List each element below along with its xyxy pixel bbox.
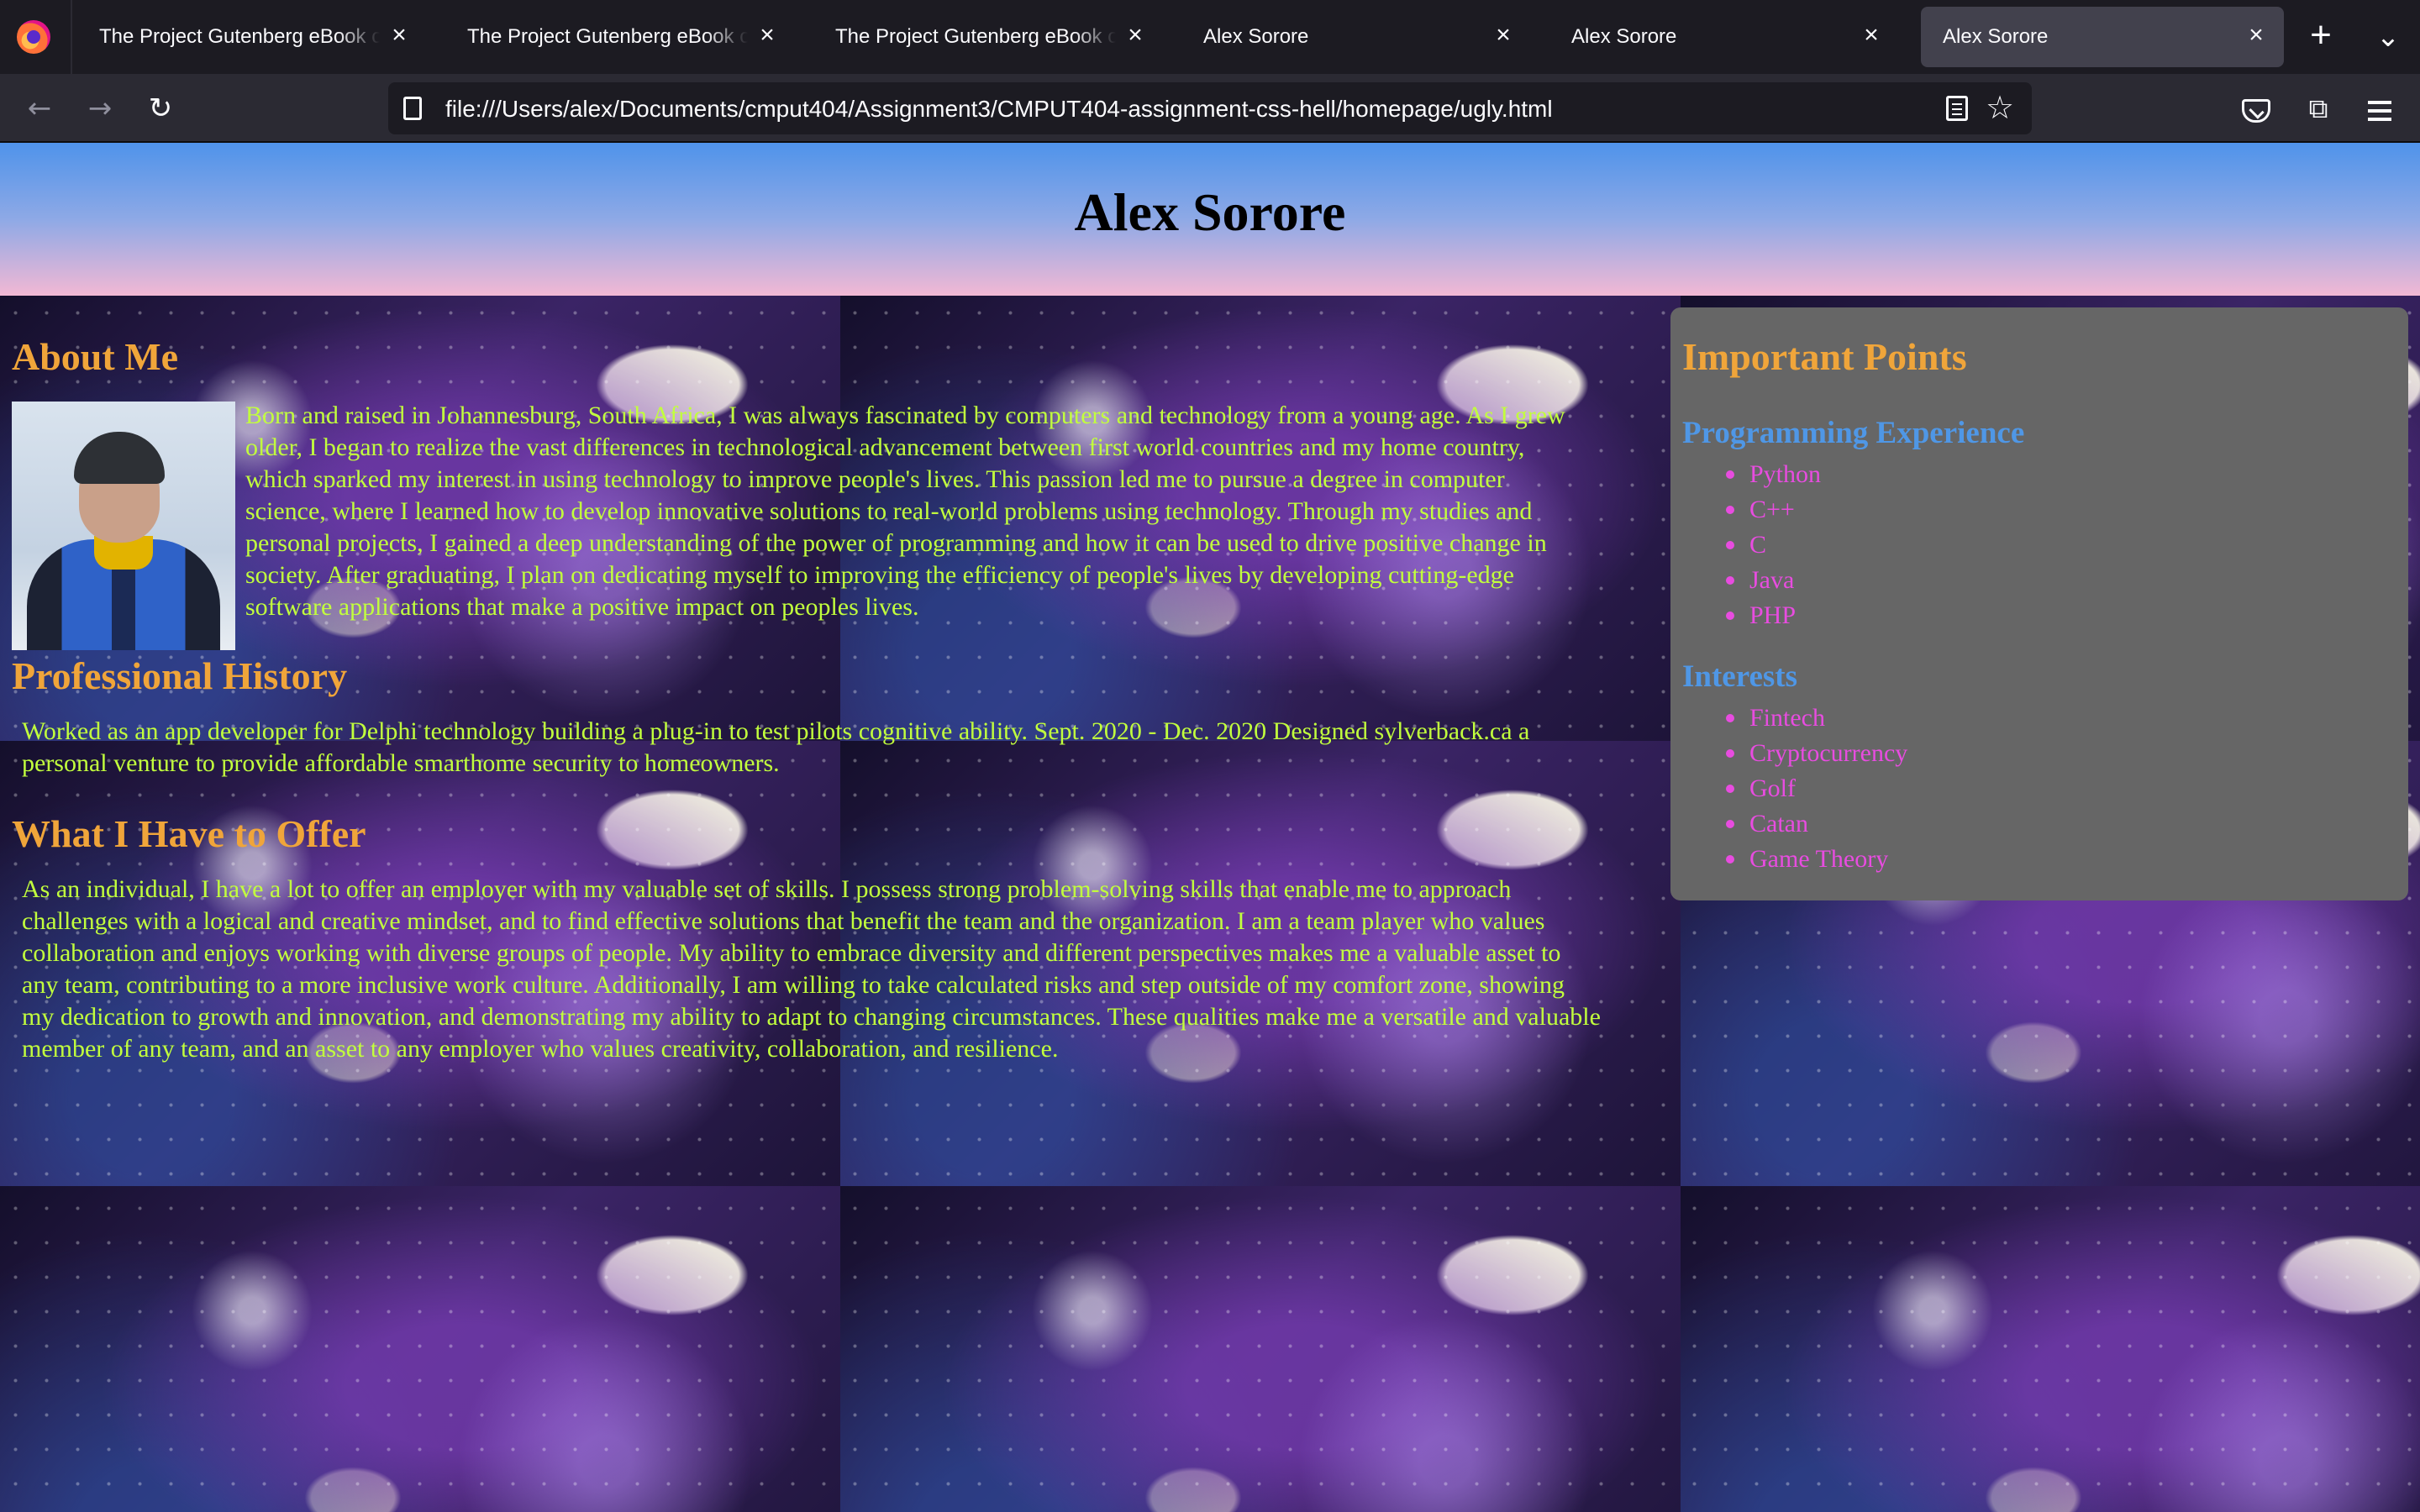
tab-title: The Project Gutenberg eBook of Fr [835, 25, 1116, 48]
offer-text: As an individual, I have a lot to offer … [22, 875, 1601, 1063]
list-item: C [1725, 528, 1821, 563]
tab-alex-sorore-active[interactable]: Alex Sorore × [1921, 7, 2284, 67]
reader-view-icon[interactable] [1946, 96, 1968, 121]
about-text: Born and raised in Johannesburg, South A… [245, 402, 1565, 621]
close-icon[interactable]: × [1857, 22, 1886, 50]
page-header: Alex Sorore [0, 143, 2420, 296]
list-item: Catan [1725, 806, 1907, 842]
interests-heading: Interests [1682, 659, 1798, 694]
tab-gutenberg-3[interactable]: The Project Gutenberg eBook of Fr × [813, 7, 1163, 67]
list-item: C++ [1725, 492, 1821, 528]
tab-alex-sorore-2[interactable]: Alex Sorore × [1549, 7, 1899, 67]
page-file-icon [403, 97, 422, 120]
history-text: Worked as an app developer for Delphi te… [22, 717, 1530, 777]
new-tab-button[interactable]: + [2301, 17, 2341, 57]
url-text[interactable]: file:///Users/alex/Documents/cmput404/As… [445, 96, 1553, 123]
tab-separator [71, 0, 72, 74]
list-item: Cryptocurrency [1725, 736, 1907, 771]
programming-heading: Programming Experience [1682, 416, 2025, 450]
hamburger-menu-icon[interactable] [2368, 101, 2391, 104]
tab-bar: The Project Gutenberg eBook of Al × The … [0, 0, 2420, 74]
forward-arrow-icon[interactable]: → [79, 87, 121, 129]
list-item: Game Theory [1725, 842, 1907, 877]
back-arrow-icon[interactable]: ← [18, 87, 60, 129]
offer-heading: What I Have to Offer [12, 812, 366, 855]
photo-beanie [74, 432, 165, 484]
tab-title: Alex Sorore [1943, 25, 2049, 48]
list-item: Python [1725, 457, 1821, 492]
close-icon[interactable]: × [385, 22, 413, 50]
profile-photo [12, 402, 235, 650]
close-icon[interactable]: × [1489, 22, 1518, 50]
bookmark-star-icon[interactable]: ☆ [1981, 89, 2018, 126]
history-heading: Professional History [12, 654, 348, 697]
list-item: Golf [1725, 771, 1907, 806]
programming-list: Python C++ C Java PHP [1725, 457, 1821, 633]
tab-title: The Project Gutenberg eBook of Al [99, 25, 380, 48]
tab-alex-sorore-1[interactable]: Alex Sorore × [1181, 7, 1531, 67]
address-bar[interactable]: file:///Users/alex/Documents/cmput404/As… [388, 82, 2032, 134]
tab-gutenberg-2[interactable]: The Project Gutenberg eBook of Th × [445, 7, 795, 67]
page-viewport: Alex Sorore About Me Born and raised in … [0, 143, 2420, 1512]
important-points-sidebar: Important Points Programming Experience … [1670, 307, 2408, 900]
reload-icon[interactable]: ↻ [139, 87, 182, 129]
page-title: Alex Sorore [1074, 182, 1346, 242]
interests-list: Fintech Cryptocurrency Golf Catan Game T… [1725, 701, 1907, 877]
firefox-logo-icon[interactable] [17, 20, 50, 54]
close-icon[interactable]: × [1121, 22, 1150, 50]
close-icon[interactable]: × [753, 22, 781, 50]
tab-title: Alex Sorore [1203, 25, 1309, 48]
about-heading: About Me [12, 335, 179, 378]
tab-title: Alex Sorore [1571, 25, 1677, 48]
tab-list-chevron-icon[interactable]: ⌄ [2368, 17, 2408, 57]
tab-title: The Project Gutenberg eBook of Th [467, 25, 748, 48]
tab-gutenberg-1[interactable]: The Project Gutenberg eBook of Al × [77, 7, 427, 67]
list-item: PHP [1725, 598, 1821, 633]
list-item: Fintech [1725, 701, 1907, 736]
sidebar-heading: Important Points [1682, 335, 1967, 378]
close-icon[interactable]: × [2242, 22, 2270, 50]
list-item: Java [1725, 563, 1821, 598]
navigation-toolbar: ← → ↻ file:///Users/alex/Documents/cmput… [0, 74, 2420, 143]
browser-chrome: The Project Gutenberg eBook of Al × The … [0, 0, 2420, 143]
extensions-icon[interactable]: ⧉ [2297, 87, 2339, 129]
pocket-icon[interactable] [2242, 99, 2270, 123]
